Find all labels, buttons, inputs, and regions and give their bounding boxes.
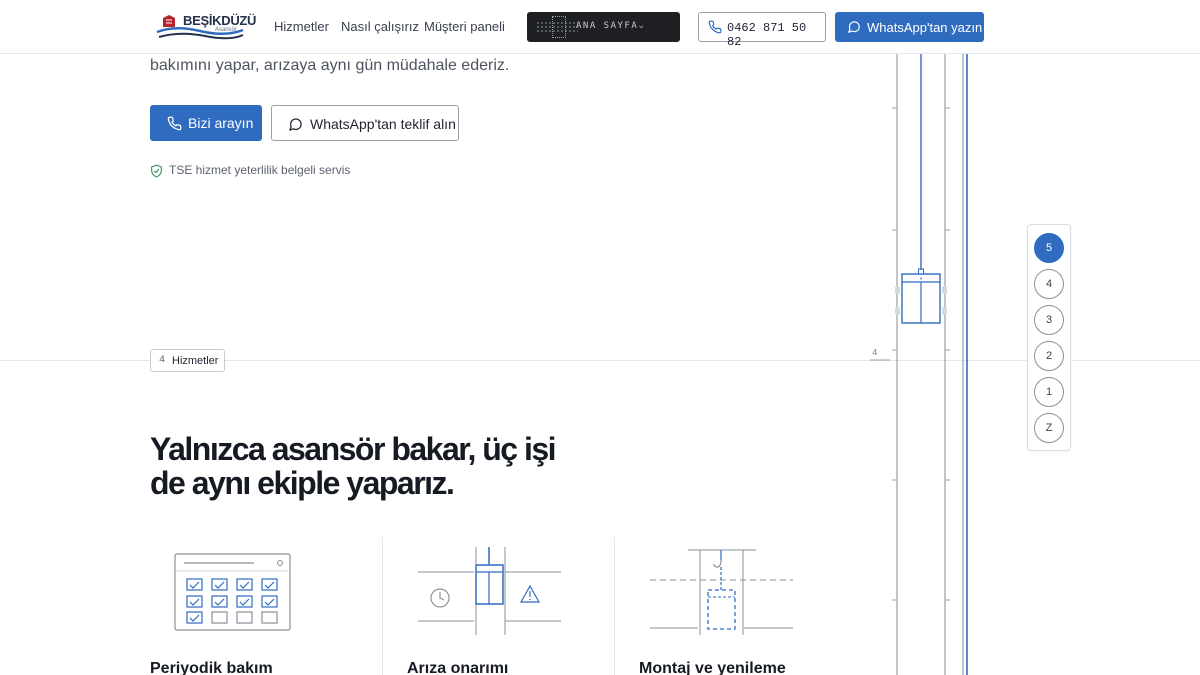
nav-link-services[interactable]: Hizmetler xyxy=(274,19,329,34)
nav-link-how-we-work[interactable]: Nasıl çalışırız xyxy=(341,19,419,34)
logo-subtitle: Asansör xyxy=(215,27,238,33)
floor-button-panel: 5 4 3 2 1 Z xyxy=(1027,224,1071,451)
logo[interactable]: BEŞİKDÜZÜ Asansör xyxy=(155,10,256,42)
service-illustration-maintenance xyxy=(172,545,294,640)
phone-icon xyxy=(167,116,182,131)
logo-text: BEŞİKDÜZÜ xyxy=(183,13,257,28)
site-header: BEŞİKDÜZÜ Asansör Hizmetler Nasıl çalışı… xyxy=(0,0,1200,54)
whatsapp-button-label: WhatsApp'tan yazın xyxy=(867,20,983,35)
column-divider xyxy=(614,537,615,675)
floor-page-selector[interactable]: ANA SAYFA ⌄ xyxy=(527,12,680,42)
calendar-checklist-icon xyxy=(174,553,291,631)
floor-button-ground[interactable]: Z xyxy=(1034,413,1064,443)
section-tag-label: Hizmetler xyxy=(172,355,219,367)
floor-button-1[interactable]: 1 xyxy=(1034,377,1064,407)
nav-link-customer-panel[interactable]: Müşteri paneli xyxy=(424,19,505,34)
service-title-maintenance: Periyodik bakım xyxy=(150,660,273,675)
elevator-fault-icon xyxy=(418,547,561,635)
floor-selector-label: ANA SAYFA xyxy=(576,21,639,31)
section-tag: 4 Hizmetler xyxy=(150,349,225,372)
chat-bubble-icon xyxy=(848,21,860,33)
elevator-shaft-illustration xyxy=(870,54,968,675)
service-illustration-repair xyxy=(414,545,564,642)
whatsapp-offer-label: WhatsApp'tan teklif alın xyxy=(310,116,456,132)
phone-icon xyxy=(708,20,722,34)
floor-button-3[interactable]: 3 xyxy=(1034,305,1064,335)
call-us-label: Bizi arayın xyxy=(188,115,254,131)
floor-digit-display xyxy=(552,16,566,38)
floor-button-2[interactable]: 2 xyxy=(1034,341,1064,371)
service-title-installation: Montaj ve yenileme xyxy=(639,660,786,675)
service-illustration-installation xyxy=(648,545,796,640)
call-us-button[interactable]: Bizi arayın xyxy=(150,105,262,141)
elevator-installation-icon xyxy=(650,549,793,635)
chevron-down-icon: ⌄ xyxy=(637,20,646,31)
floor-button-5[interactable]: 5 xyxy=(1034,233,1064,263)
shield-check-icon xyxy=(151,164,162,178)
section-title: Yalnızca asansör bakar, üç işi de aynı e… xyxy=(150,431,557,501)
floor-button-4[interactable]: 4 xyxy=(1034,269,1064,299)
hero-description: bakımını yapar, arızaya aynı gün müdahal… xyxy=(150,57,510,74)
whatsapp-button[interactable]: WhatsApp'tan yazın xyxy=(835,12,984,42)
section-number: 4 xyxy=(159,355,166,366)
certification-text: TSE hizmet yeterlilik belgeli servis xyxy=(169,163,351,177)
phone-number: 0462 871 50 82 xyxy=(727,21,807,49)
column-divider xyxy=(382,537,383,675)
whatsapp-offer-button[interactable]: WhatsApp'tan teklif alın xyxy=(271,105,459,141)
shaft-floor-marker: 4 xyxy=(872,348,878,358)
chat-bubble-icon xyxy=(289,118,302,131)
phone-button[interactable]: 0462 871 50 82 xyxy=(698,12,826,49)
service-title-repair: Arıza onarımı xyxy=(407,660,509,675)
